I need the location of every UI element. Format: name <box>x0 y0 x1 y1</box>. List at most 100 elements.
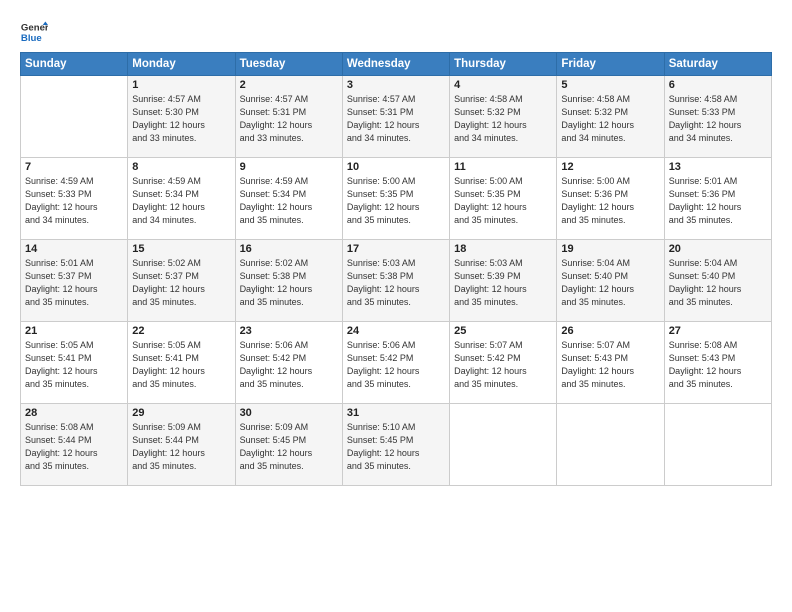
calendar-cell: 30 Sunrise: 5:09 AMSunset: 5:45 PMDayligh… <box>235 404 342 486</box>
day-info: Sunrise: 5:03 AMSunset: 5:39 PMDaylight:… <box>454 257 552 309</box>
calendar-cell: 16 Sunrise: 5:02 AMSunset: 5:38 PMDayligh… <box>235 240 342 322</box>
calendar-cell: 12Sunrise: 5:00 AMSunset: 5:36 PMDayligh… <box>557 158 664 240</box>
day-number: 3 <box>347 79 445 91</box>
day-number: 9 <box>240 161 338 173</box>
day-number: 13 <box>669 161 767 173</box>
calendar-week-row: 21 Sunrise: 5:05 AMSunset: 5:41 PMDayligh… <box>21 322 772 404</box>
calendar-cell: 26 Sunrise: 5:07 AMSunset: 5:43 PMDayligh… <box>557 322 664 404</box>
day-number: 25 <box>454 325 552 337</box>
day-number: 2 <box>240 79 338 91</box>
day-number: 22 <box>132 325 230 337</box>
day-number: 19 <box>561 243 659 255</box>
day-number: 27 <box>669 325 767 337</box>
calendar-cell: 7 Sunrise: 4:59 AMSunset: 5:33 PMDaylight… <box>21 158 128 240</box>
calendar-cell: 18 Sunrise: 5:03 AMSunset: 5:39 PMDayligh… <box>450 240 557 322</box>
calendar-cell: 20 Sunrise: 5:04 AMSunset: 5:40 PMDayligh… <box>664 240 771 322</box>
header-day-saturday: Saturday <box>664 53 771 76</box>
day-info: Sunrise: 5:09 AMSunset: 5:44 PMDaylight:… <box>132 421 230 473</box>
calendar-cell <box>557 404 664 486</box>
day-info: Sunrise: 5:03 AMSunset: 5:38 PMDaylight:… <box>347 257 445 309</box>
day-number: 11 <box>454 161 552 173</box>
day-info: Sunrise: 5:09 AMSunset: 5:45 PMDaylight:… <box>240 421 338 473</box>
calendar-cell: 31 Sunrise: 5:10 AMSunset: 5:45 PMDayligh… <box>342 404 449 486</box>
day-number: 14 <box>25 243 123 255</box>
day-info: Sunrise: 5:01 AMSunset: 5:37 PMDaylight:… <box>25 257 123 309</box>
calendar-cell <box>21 76 128 158</box>
calendar-cell <box>664 404 771 486</box>
day-info: Sunrise: 5:02 AMSunset: 5:38 PMDaylight:… <box>240 257 338 309</box>
day-number: 21 <box>25 325 123 337</box>
day-number: 16 <box>240 243 338 255</box>
calendar-cell: 11Sunrise: 5:00 AMSunset: 5:35 PMDayligh… <box>450 158 557 240</box>
day-info: Sunrise: 5:08 AMSunset: 5:44 PMDaylight:… <box>25 421 123 473</box>
calendar-header-row: SundayMondayTuesdayWednesdayThursdayFrid… <box>21 53 772 76</box>
day-info: Sunrise: 5:06 AMSunset: 5:42 PMDaylight:… <box>240 339 338 391</box>
day-info: Sunrise: 4:59 AMSunset: 5:33 PMDaylight:… <box>25 175 123 227</box>
day-info: Sunrise: 4:57 AMSunset: 5:31 PMDaylight:… <box>240 93 338 145</box>
page: General Blue SundayMondayTuesdayWednesda… <box>0 0 792 612</box>
calendar-week-row: 14 Sunrise: 5:01 AMSunset: 5:37 PMDayligh… <box>21 240 772 322</box>
calendar-cell: 9 Sunrise: 4:59 AMSunset: 5:34 PMDaylight… <box>235 158 342 240</box>
day-info: Sunrise: 4:59 AMSunset: 5:34 PMDaylight:… <box>240 175 338 227</box>
calendar-cell: 10 Sunrise: 5:00 AMSunset: 5:35 PMDayligh… <box>342 158 449 240</box>
day-number: 17 <box>347 243 445 255</box>
day-info: Sunrise: 5:02 AMSunset: 5:37 PMDaylight:… <box>132 257 230 309</box>
calendar-cell: 1Sunrise: 4:57 AMSunset: 5:30 PMDaylight… <box>128 76 235 158</box>
day-number: 31 <box>347 407 445 419</box>
day-info: Sunrise: 4:58 AMSunset: 5:32 PMDaylight:… <box>454 93 552 145</box>
day-info: Sunrise: 5:10 AMSunset: 5:45 PMDaylight:… <box>347 421 445 473</box>
day-info: Sunrise: 5:00 AMSunset: 5:36 PMDaylight:… <box>561 175 659 227</box>
day-info: Sunrise: 5:07 AMSunset: 5:42 PMDaylight:… <box>454 339 552 391</box>
day-number: 4 <box>454 79 552 91</box>
calendar-cell: 8Sunrise: 4:59 AMSunset: 5:34 PMDaylight… <box>128 158 235 240</box>
day-info: Sunrise: 4:57 AMSunset: 5:31 PMDaylight:… <box>347 93 445 145</box>
day-info: Sunrise: 5:07 AMSunset: 5:43 PMDaylight:… <box>561 339 659 391</box>
calendar-cell: 4 Sunrise: 4:58 AMSunset: 5:32 PMDaylight… <box>450 76 557 158</box>
day-number: 30 <box>240 407 338 419</box>
day-number: 20 <box>669 243 767 255</box>
day-info: Sunrise: 5:01 AMSunset: 5:36 PMDaylight:… <box>669 175 767 227</box>
day-number: 10 <box>347 161 445 173</box>
day-info: Sunrise: 5:04 AMSunset: 5:40 PMDaylight:… <box>669 257 767 309</box>
header-day-tuesday: Tuesday <box>235 53 342 76</box>
calendar-cell: 3 Sunrise: 4:57 AMSunset: 5:31 PMDaylight… <box>342 76 449 158</box>
calendar-cell: 19 Sunrise: 5:04 AMSunset: 5:40 PMDayligh… <box>557 240 664 322</box>
header-day-monday: Monday <box>128 53 235 76</box>
day-number: 24 <box>347 325 445 337</box>
day-info: Sunrise: 5:00 AMSunset: 5:35 PMDaylight:… <box>347 175 445 227</box>
calendar-cell: 25 Sunrise: 5:07 AMSunset: 5:42 PMDayligh… <box>450 322 557 404</box>
header-day-sunday: Sunday <box>21 53 128 76</box>
calendar-cell: 6Sunrise: 4:58 AMSunset: 5:33 PMDaylight… <box>664 76 771 158</box>
calendar-cell: 2 Sunrise: 4:57 AMSunset: 5:31 PMDaylight… <box>235 76 342 158</box>
calendar-week-row: 1Sunrise: 4:57 AMSunset: 5:30 PMDaylight… <box>21 76 772 158</box>
day-number: 6 <box>669 79 767 91</box>
svg-text:Blue: Blue <box>21 33 42 44</box>
calendar-cell: 27 Sunrise: 5:08 AMSunset: 5:43 PMDayligh… <box>664 322 771 404</box>
header-day-thursday: Thursday <box>450 53 557 76</box>
day-number: 23 <box>240 325 338 337</box>
header-day-wednesday: Wednesday <box>342 53 449 76</box>
day-number: 18 <box>454 243 552 255</box>
calendar-table: SundayMondayTuesdayWednesdayThursdayFrid… <box>20 52 772 486</box>
day-number: 29 <box>132 407 230 419</box>
day-info: Sunrise: 4:59 AMSunset: 5:34 PMDaylight:… <box>132 175 230 227</box>
day-number: 28 <box>25 407 123 419</box>
day-number: 26 <box>561 325 659 337</box>
header-row: General Blue <box>20 18 772 46</box>
day-number: 15 <box>132 243 230 255</box>
day-info: Sunrise: 5:08 AMSunset: 5:43 PMDaylight:… <box>669 339 767 391</box>
calendar-cell: 24Sunrise: 5:06 AMSunset: 5:42 PMDayligh… <box>342 322 449 404</box>
calendar-cell: 15 Sunrise: 5:02 AMSunset: 5:37 PMDayligh… <box>128 240 235 322</box>
calendar-cell: 29 Sunrise: 5:09 AMSunset: 5:44 PMDayligh… <box>128 404 235 486</box>
calendar-cell: 13 Sunrise: 5:01 AMSunset: 5:36 PMDayligh… <box>664 158 771 240</box>
calendar-cell: 14 Sunrise: 5:01 AMSunset: 5:37 PMDayligh… <box>21 240 128 322</box>
day-number: 7 <box>25 161 123 173</box>
day-info: Sunrise: 5:05 AMSunset: 5:41 PMDaylight:… <box>132 339 230 391</box>
day-info: Sunrise: 4:58 AMSunset: 5:32 PMDaylight:… <box>561 93 659 145</box>
day-number: 5 <box>561 79 659 91</box>
calendar-cell: 21Sunrise: 5:05 AMSunset: 5:41 PMDayligh… <box>21 322 128 404</box>
header-day-friday: Friday <box>557 53 664 76</box>
day-info: Sunrise: 5:04 AMSunset: 5:40 PMDaylight:… <box>561 257 659 309</box>
calendar-week-row: 7 Sunrise: 4:59 AMSunset: 5:33 PMDaylight… <box>21 158 772 240</box>
day-number: 1 <box>132 79 230 91</box>
